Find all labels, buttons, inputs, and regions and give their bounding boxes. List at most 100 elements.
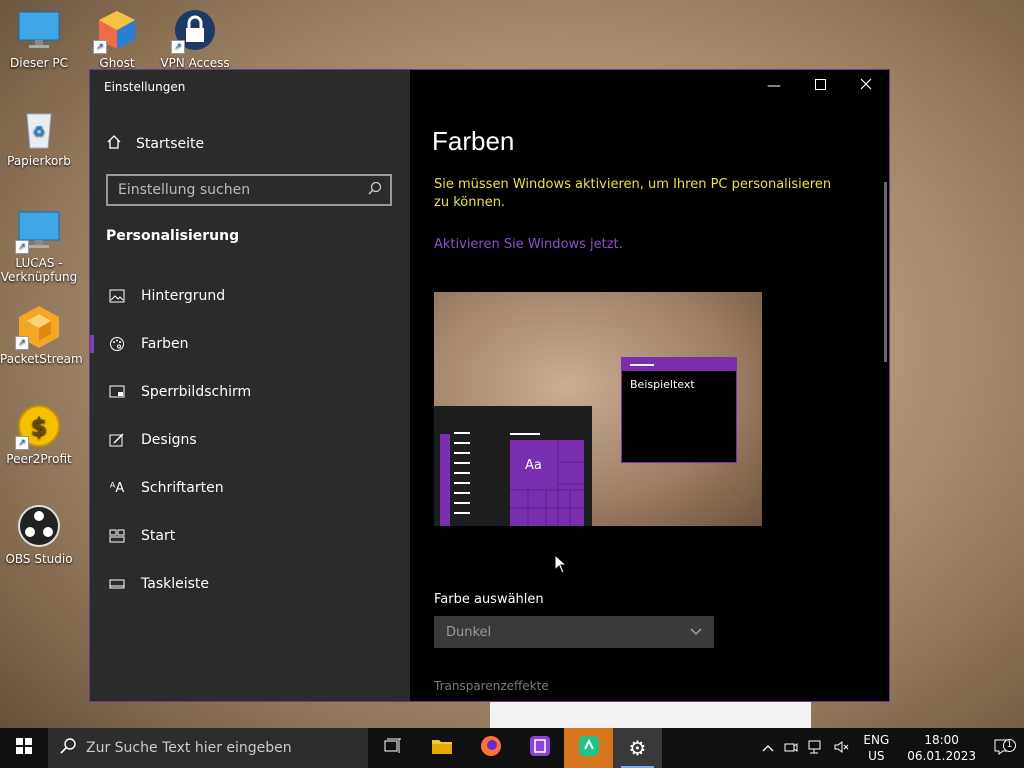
sidebar-item-taskbar[interactable]: Taskleiste	[90, 564, 410, 604]
dollar-coin-icon: $ ↗	[15, 404, 61, 450]
settings-sidebar: Einstellungen Startseite Einstellung suc…	[90, 70, 410, 701]
desktop-icon-label: Ghost	[99, 56, 135, 70]
task-view-icon	[384, 738, 402, 758]
close-icon	[860, 78, 872, 94]
tray-meet-now[interactable]	[779, 741, 803, 756]
taskbar: Zur Suche Text hier eingeben ⚙ ENG US 18…	[0, 728, 1024, 768]
sidebar-item-colors[interactable]: Farben	[90, 324, 410, 364]
desktop-icon-packetstream[interactable]: ↗ PacketStream	[0, 304, 83, 366]
shortcut-arrow-icon: ↗	[15, 436, 29, 450]
ghost-app-icon: ↗	[93, 8, 139, 54]
desktop-icon-label: OBS Studio	[5, 552, 73, 566]
close-button[interactable]	[843, 70, 889, 102]
mouse-cursor-icon	[554, 553, 568, 578]
desktop-icon-vpn-access[interactable]: ↗ VPN Access	[156, 8, 234, 70]
camera-icon	[784, 741, 798, 756]
desktop-icon-label: LUCAS - Verknüpfung	[0, 256, 78, 284]
page-title: Farben	[432, 126, 515, 156]
windows-logo-icon	[16, 738, 32, 758]
firefox-icon	[480, 735, 502, 761]
sidebar-item-lock-screen[interactable]: Sperrbildschirm	[90, 372, 410, 412]
settings-content: — Farben Sie müssen Windows aktivieren, …	[410, 70, 889, 701]
folder-icon	[431, 737, 453, 759]
language-indicator[interactable]: ENG US	[855, 732, 897, 764]
search-placeholder: Einstellung suchen	[118, 182, 251, 198]
background-window-edge	[490, 702, 811, 728]
clock-time: 18:00	[924, 733, 959, 747]
desktop-icon-label: PacketStream	[0, 352, 83, 366]
taskbar-file-explorer[interactable]	[417, 728, 466, 768]
taskbar-search-input[interactable]: Zur Suche Text hier eingeben	[48, 728, 368, 768]
preview-sample-text: Beispieltext	[630, 378, 695, 391]
choose-color-label: Farbe auswählen	[434, 592, 544, 607]
home-label: Startseite	[136, 136, 205, 152]
scrollbar[interactable]	[884, 182, 887, 362]
settings-search-input[interactable]: Einstellung suchen	[106, 174, 392, 206]
sidebar-item-fonts[interactable]: ᴬA Schriftarten	[90, 468, 410, 508]
svg-text:♻: ♻	[33, 124, 46, 140]
sidebar-item-label: Sperrbildschirm	[141, 384, 252, 400]
home-link[interactable]: Startseite	[106, 134, 204, 154]
clock[interactable]: 18:00 06.01.2023	[897, 732, 986, 764]
tray-overflow-button[interactable]	[757, 741, 779, 755]
choose-color-dropdown[interactable]: Dunkel	[434, 616, 714, 648]
sidebar-item-start[interactable]: Start	[90, 516, 410, 556]
taskbar-app-purple[interactable]	[515, 728, 564, 768]
shortcut-arrow-icon: ↗	[15, 240, 29, 254]
search-icon	[368, 181, 382, 199]
desktop-icon-lucas[interactable]: ↗ LUCAS - Verknüpfung	[0, 208, 78, 284]
desktop-icon-label: Peer2Profit	[6, 452, 72, 466]
transparency-label: Transparenzeffekte	[434, 679, 549, 693]
settings-window: Einstellungen Startseite Einstellung suc…	[89, 69, 890, 702]
sidebar-item-background[interactable]: Hintergrund	[90, 276, 410, 316]
monitor-icon	[17, 8, 61, 52]
fonts-icon: ᴬA	[109, 480, 125, 496]
language-top: ENG	[863, 733, 890, 747]
activate-windows-link[interactable]: Aktivieren Sie Windows jetzt.	[434, 237, 623, 252]
taskbar-app-green[interactable]	[564, 728, 613, 768]
window-controls: —	[751, 70, 889, 102]
desktop-icon-label: Dieser PC	[10, 56, 68, 70]
lock-screen-icon	[107, 384, 127, 400]
system-tray: ENG US 18:00 06.01.2023 1	[757, 728, 1024, 768]
obs-icon	[17, 504, 61, 548]
color-preview: Aa Beispieltext	[434, 292, 762, 526]
taskbar-search-placeholder: Zur Suche Text hier eingeben	[86, 740, 292, 756]
search-icon	[60, 738, 76, 758]
preview-tile: Aa	[510, 440, 584, 526]
window-title: Einstellungen	[104, 80, 186, 94]
notifications-button[interactable]: 1	[986, 738, 1024, 758]
picture-icon	[107, 289, 127, 303]
desktop-icon-obs-studio[interactable]: OBS Studio	[0, 504, 78, 566]
start-button[interactable]	[0, 728, 48, 768]
activation-warning: Sie müssen Windows aktivieren, um Ihren …	[434, 177, 832, 210]
minimize-button[interactable]: —	[751, 70, 797, 102]
desktop-icon-recycle-bin[interactable]: ♻ Papierkorb	[0, 106, 78, 168]
home-icon	[106, 134, 122, 154]
tray-volume[interactable]	[829, 740, 855, 757]
recycle-bin-icon: ♻	[17, 106, 61, 150]
maximize-button[interactable]	[797, 70, 843, 102]
desktop-icon-peer2profit[interactable]: $ ↗ Peer2Profit	[0, 404, 78, 466]
packetstream-icon: ↗	[15, 304, 61, 350]
taskbar-icon	[107, 579, 127, 589]
clock-date: 06.01.2023	[907, 749, 976, 763]
brush-icon	[107, 432, 127, 448]
taskbar-settings[interactable]: ⚙	[613, 728, 662, 768]
sidebar-item-label: Farben	[141, 336, 189, 352]
sidebar-item-label: Designs	[141, 432, 197, 448]
desktop-icon-this-pc[interactable]: Dieser PC	[0, 8, 78, 70]
taskbar-firefox[interactable]	[466, 728, 515, 768]
sidebar-item-designs[interactable]: Designs	[90, 420, 410, 460]
sidebar-item-label: Hintergrund	[141, 288, 226, 304]
shortcut-arrow-icon: ↗	[171, 40, 185, 54]
desktop-icon-ghost[interactable]: ↗ Ghost	[78, 8, 156, 70]
maximize-icon	[814, 78, 826, 94]
volume-muted-icon	[834, 740, 850, 757]
minimize-icon: —	[767, 78, 781, 94]
green-app-icon	[578, 735, 600, 761]
svg-text:$: $	[31, 413, 48, 441]
preview-window: Beispieltext	[621, 357, 737, 463]
task-view-button[interactable]	[368, 728, 417, 768]
tray-network[interactable]	[803, 740, 829, 757]
